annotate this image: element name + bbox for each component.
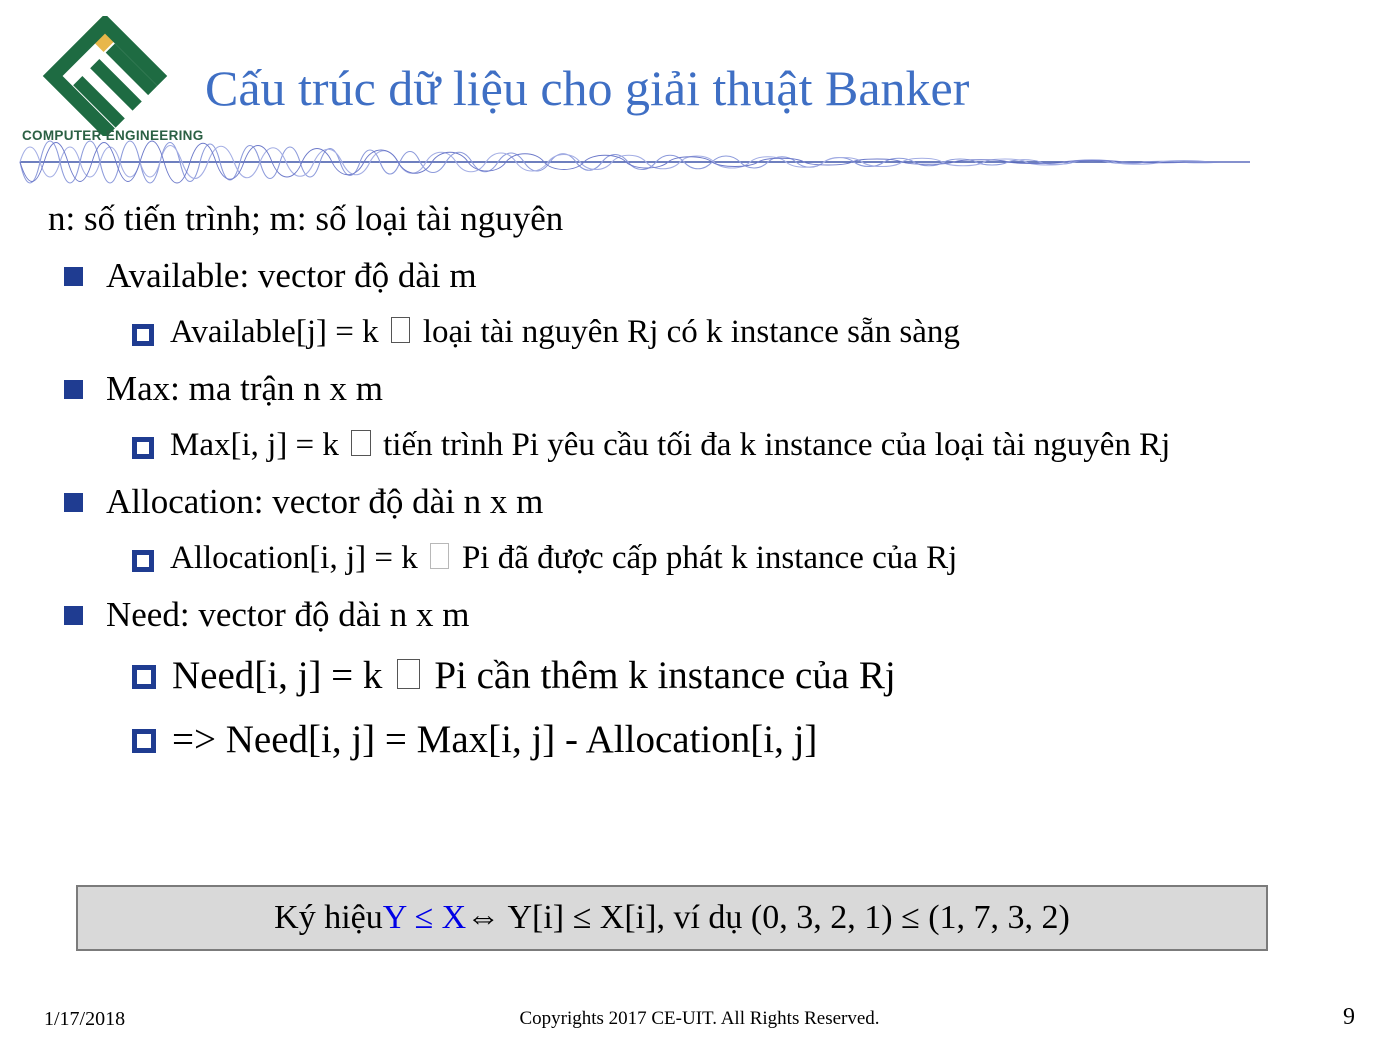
sub-bullet-pre: => Need[i, j] = Max[i, j] - Allocation[i… — [172, 718, 818, 761]
page-title: Cấu trúc dữ liệu cho giải thuật Banker — [205, 60, 970, 116]
footer-copyright: Copyrights 2017 CE-UIT. All Rights Reser… — [519, 1008, 880, 1029]
hollow-square-bullet-icon — [132, 437, 154, 459]
hollow-square-bullet-icon — [132, 324, 154, 346]
square-bullet-icon — [64, 380, 83, 399]
sub-bullet-pre: Max[i, j] = k — [170, 427, 339, 463]
notation-rest: ⇔ Y[i] ≤ X[i], ví dụ (0, 3, 2, 1) ≤ (1, … — [466, 899, 1070, 936]
missing-glyph-icon — [430, 543, 450, 569]
wave-divider — [0, 132, 1399, 192]
sub-bullet-pre: Need[i, j] = k — [172, 654, 383, 697]
intro-line: n: số tiến trình; m: số loại tài nguyên — [48, 199, 564, 238]
bullet-allocation: Allocation: vector độ dài n x m — [58, 467, 1399, 524]
bullet-label: Allocation: vector độ dài n x m — [106, 482, 544, 521]
bullet-max: Max: ma trận n x m — [58, 354, 1399, 411]
sub-bullet-max-def: Max[i, j] = k tiến trình Pi yêu cầu tối … — [128, 411, 1399, 467]
sub-bullet-need-formula: => Need[i, j] = Max[i, j] - Allocation[i… — [128, 701, 1399, 765]
hollow-square-bullet-icon — [132, 665, 156, 689]
sub-bullet-post: Pi đã được cấp phát k instance của Rj — [461, 540, 958, 576]
sub-bullet-pre: Allocation[i, j] = k — [170, 540, 418, 576]
slide: COMPUTER ENGINEERING Cấu trúc dữ liệu ch… — [0, 0, 1399, 1049]
sub-bullet-need-def: Need[i, j] = k Pi cần thêm k instance củ… — [128, 637, 1399, 701]
sub-bullet-post: Pi cần thêm k instance của Rj — [434, 654, 896, 697]
notation-callout-text: Ký hiệu Y ≤ X ⇔ Y[i] ≤ X[i], ví dụ (0, 3… — [78, 887, 1266, 949]
notation-highlight: Y ≤ X — [382, 899, 467, 936]
missing-glyph-icon — [397, 659, 420, 690]
sub-bullet-available-def: Available[j] = k loại tài nguyên Rj có k… — [128, 298, 1399, 354]
bullet-need: Need: vector độ dài n x m — [58, 580, 1399, 637]
bullet-label: Max: ma trận n x m — [106, 369, 384, 408]
computer-engineering-logo-icon — [30, 13, 180, 139]
missing-glyph-icon — [391, 317, 411, 343]
sub-bullet-post: loại tài nguyên Rj có k instance sẵn sàn… — [422, 314, 960, 350]
bullet-label: Need: vector độ dài n x m — [106, 595, 470, 634]
sub-bullet-post: tiến trình Pi yêu cầu tối đa k instance … — [383, 427, 1171, 463]
sub-bullet-allocation-def: Allocation[i, j] = k Pi đã được cấp phát… — [128, 524, 1399, 580]
square-bullet-icon — [64, 493, 83, 512]
sub-bullet-pre: Available[j] = k — [170, 314, 379, 350]
bullet-label: Available: vector độ dài m — [106, 256, 477, 295]
hollow-square-bullet-icon — [132, 729, 156, 753]
slide-body: n: số tiến trình; m: số loại tài nguyên … — [0, 193, 1399, 765]
notation-lead: Ký hiệu — [274, 899, 383, 936]
square-bullet-icon — [64, 606, 83, 625]
footer-page-number: 9 — [1343, 1004, 1355, 1030]
bullet-available: Available: vector độ dài m — [58, 241, 1399, 298]
square-bullet-icon — [64, 267, 83, 286]
hollow-square-bullet-icon — [132, 550, 154, 572]
notation-callout-box: Ký hiệu Y ≤ X ⇔ Y[i] ≤ X[i], ví dụ (0, 3… — [76, 885, 1268, 951]
missing-glyph-icon — [351, 430, 371, 456]
